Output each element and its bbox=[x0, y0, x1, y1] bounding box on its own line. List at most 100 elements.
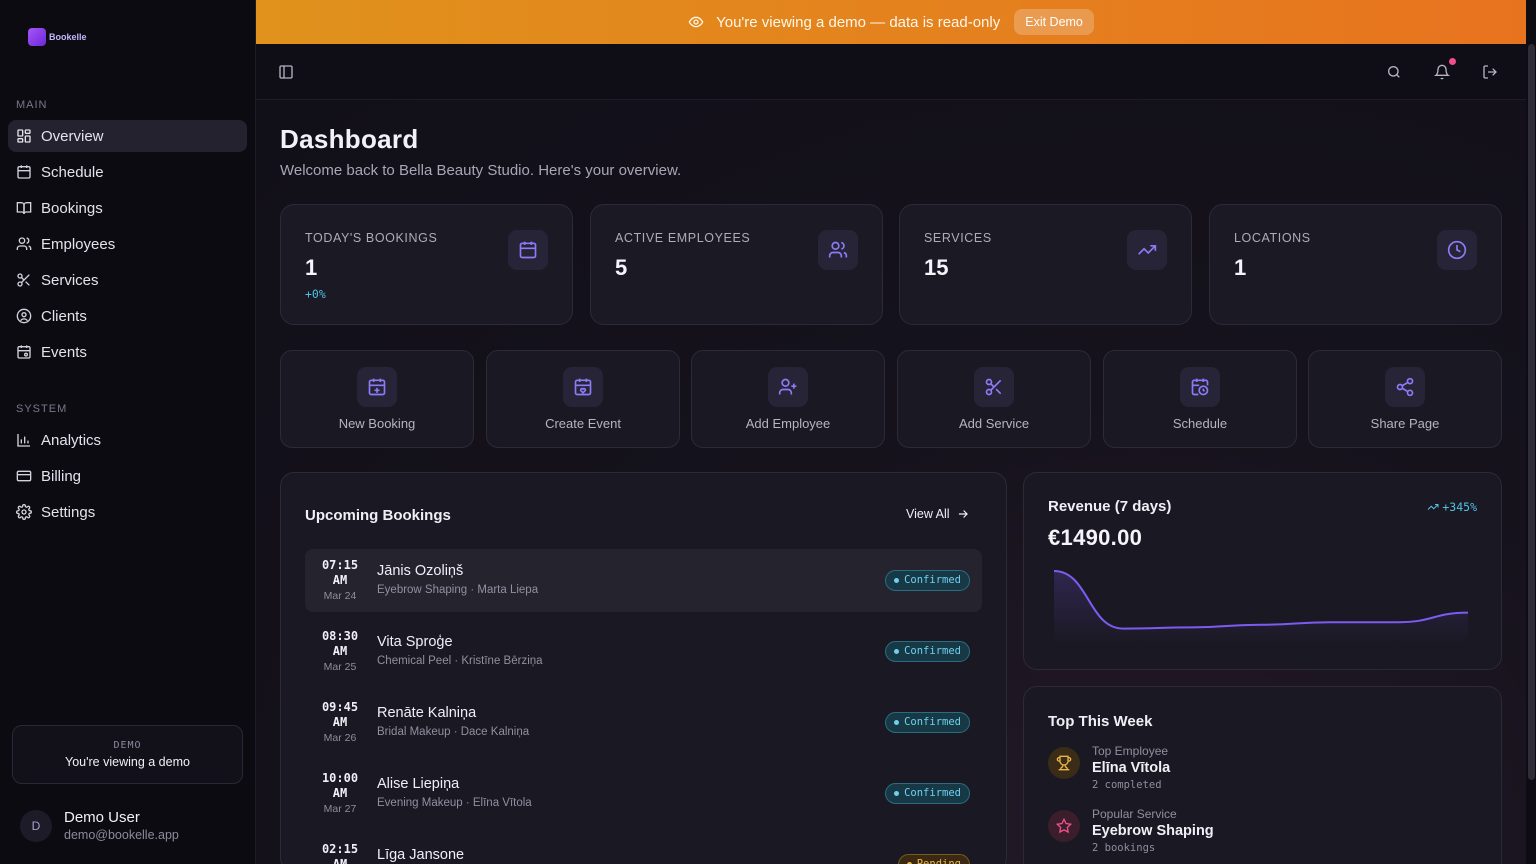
sidebar-item-label: Settings bbox=[41, 503, 96, 521]
app-logo[interactable]: Bookelle bbox=[28, 28, 87, 46]
status-badge: Confirmed bbox=[885, 641, 970, 662]
booking-detail: Chemical Peel · Kristīne Bērziņa bbox=[377, 655, 543, 667]
page-title: Dashboard bbox=[280, 124, 419, 154]
action-icon-wrap bbox=[768, 367, 808, 407]
create-event-button[interactable]: Create Event bbox=[486, 350, 680, 448]
sidebar: Bookelle MAIN Overview Schedule Bookings… bbox=[0, 0, 256, 864]
stat-label: LOCATIONS bbox=[1234, 231, 1311, 245]
booking-time: 08:30 AM bbox=[321, 629, 359, 658]
page-subtitle: Welcome back to Bella Beauty Studio. Her… bbox=[280, 162, 682, 179]
booking-time: 09:45 AM bbox=[321, 700, 359, 729]
booking-date: Mar 27 bbox=[323, 803, 357, 815]
new-booking-button[interactable]: New Booking bbox=[280, 350, 474, 448]
panel-title: Top This Week bbox=[1048, 713, 1153, 730]
view-all-label: View All bbox=[906, 507, 950, 521]
stat-label: SERVICES bbox=[924, 231, 992, 245]
demo-notice: DEMO You're viewing a demo bbox=[12, 725, 243, 784]
top-label: Top Employee bbox=[1092, 744, 1169, 758]
booking-row[interactable]: 08:30 AM Mar 25 Vita Sproģe Chemical Peel… bbox=[305, 620, 982, 683]
booking-time: 07:15 AM bbox=[321, 558, 359, 587]
users-icon bbox=[828, 241, 848, 258]
demo-banner: You're viewing a demo — data is read-onl… bbox=[256, 0, 1526, 44]
user-profile[interactable]: D Demo User demo@bookelle.app bbox=[20, 809, 179, 842]
demo-message: You're viewing a demo bbox=[65, 755, 190, 769]
upcoming-bookings-panel: Upcoming Bookings View All 07:15 AM Mar 2… bbox=[280, 472, 1007, 864]
calendar-icon bbox=[17, 165, 31, 179]
stat-card-services: SERVICES 15 bbox=[899, 204, 1192, 325]
grid-icon bbox=[17, 129, 31, 143]
booking-row[interactable]: 09:45 AM Mar 26 Renāte Kalniņa Bridal Mak… bbox=[305, 691, 982, 754]
action-label: Add Employee bbox=[745, 416, 831, 431]
panel-title: Upcoming Bookings bbox=[305, 507, 451, 524]
sidebar-item-settings[interactable]: Settings bbox=[8, 496, 247, 528]
booking-row[interactable]: 10:00 AM Mar 27 Alise Liepiņa Evening Mak… bbox=[305, 762, 982, 825]
stat-value: 1 bbox=[1234, 255, 1247, 280]
exit-demo-button[interactable]: Exit Demo bbox=[1014, 9, 1094, 35]
sidebar-item-billing[interactable]: Billing bbox=[8, 460, 247, 492]
scissors-icon bbox=[985, 378, 1002, 396]
nav-section-system: SYSTEM bbox=[16, 403, 68, 415]
client-name: Vita Sproģe bbox=[377, 634, 453, 650]
booking-row[interactable]: 02:15 AM Līga Jansone Pending bbox=[305, 833, 982, 864]
logo-icon bbox=[28, 28, 46, 46]
top-icon-wrap bbox=[1048, 810, 1080, 842]
sidebar-item-label: Schedule bbox=[41, 163, 104, 181]
scrollbar-thumb[interactable] bbox=[1528, 44, 1535, 780]
sidebar-item-schedule[interactable]: Schedule bbox=[8, 156, 247, 188]
sidebar-item-bookings[interactable]: Bookings bbox=[8, 192, 247, 224]
action-label: Share Page bbox=[1370, 416, 1440, 431]
action-icon-wrap bbox=[1180, 367, 1220, 407]
stat-icon-wrap bbox=[1437, 230, 1477, 270]
user-circle-icon bbox=[16, 308, 32, 324]
stat-card-todays-bookings: TODAY'S BOOKINGS 1 +0% bbox=[280, 204, 573, 325]
calendar-icon bbox=[519, 241, 537, 259]
view-all-link[interactable]: View All bbox=[906, 507, 970, 521]
calendar-heart-icon bbox=[574, 378, 592, 396]
topbar bbox=[256, 44, 1526, 100]
add-service-button[interactable]: Add Service bbox=[897, 350, 1091, 448]
user-name: Demo User bbox=[64, 809, 140, 826]
popular-service: Popular Service Eyebrow Shaping 2 bookin… bbox=[1048, 807, 1214, 854]
revenue-area bbox=[1054, 571, 1468, 645]
sidebar-item-events[interactable]: Events bbox=[8, 336, 247, 368]
sidebar-item-clients[interactable]: Clients bbox=[8, 300, 247, 332]
client-name: Alise Liepiņa bbox=[377, 776, 460, 792]
bell-icon[interactable] bbox=[1434, 64, 1450, 80]
sidebar-item-label: Analytics bbox=[41, 431, 102, 449]
stat-label: TODAY'S BOOKINGS bbox=[305, 231, 438, 245]
share-page-button[interactable]: Share Page bbox=[1308, 350, 1502, 448]
action-icon-wrap bbox=[563, 367, 603, 407]
add-employee-button[interactable]: Add Employee bbox=[691, 350, 885, 448]
credit-card-icon bbox=[16, 470, 32, 482]
revenue-chart bbox=[1053, 570, 1469, 645]
booking-date: Mar 26 bbox=[323, 732, 357, 744]
avatar: D bbox=[20, 809, 52, 842]
booking-row[interactable]: 07:15 AM Mar 24 Jānis Ozoliņš Eyebrow Sha… bbox=[305, 549, 982, 612]
revenue-title: Revenue (7 days) bbox=[1048, 498, 1172, 515]
schedule-button[interactable]: Schedule bbox=[1103, 350, 1297, 448]
stat-delta: +0% bbox=[305, 287, 326, 301]
stat-icon-wrap bbox=[508, 230, 548, 270]
eye-icon bbox=[688, 16, 704, 28]
sidebar-toggle-icon[interactable] bbox=[278, 64, 294, 80]
sidebar-item-services[interactable]: Services bbox=[8, 264, 247, 296]
top-name: Eyebrow Shaping bbox=[1092, 823, 1214, 839]
trending-up-icon bbox=[1428, 504, 1439, 510]
calendar-clock-icon bbox=[1191, 378, 1209, 396]
sidebar-item-overview[interactable]: Overview bbox=[8, 120, 247, 152]
sidebar-item-label: Overview bbox=[41, 127, 104, 145]
client-name: Jānis Ozoliņš bbox=[377, 563, 464, 579]
booking-time: 02:15 AM bbox=[321, 842, 359, 864]
gear-icon bbox=[16, 504, 32, 520]
bar-chart-icon bbox=[17, 434, 30, 447]
status-badge: Confirmed bbox=[885, 570, 970, 591]
status-badge: Pending bbox=[897, 854, 970, 864]
booking-date: Mar 25 bbox=[323, 661, 357, 673]
stat-value: 15 bbox=[924, 255, 949, 280]
search-icon[interactable] bbox=[1386, 64, 1402, 80]
sidebar-item-employees[interactable]: Employees bbox=[8, 228, 247, 260]
logout-icon[interactable] bbox=[1482, 64, 1498, 80]
sidebar-item-label: Employees bbox=[41, 235, 116, 253]
sidebar-item-analytics[interactable]: Analytics bbox=[8, 424, 247, 456]
sidebar-item-label: Bookings bbox=[41, 199, 103, 217]
